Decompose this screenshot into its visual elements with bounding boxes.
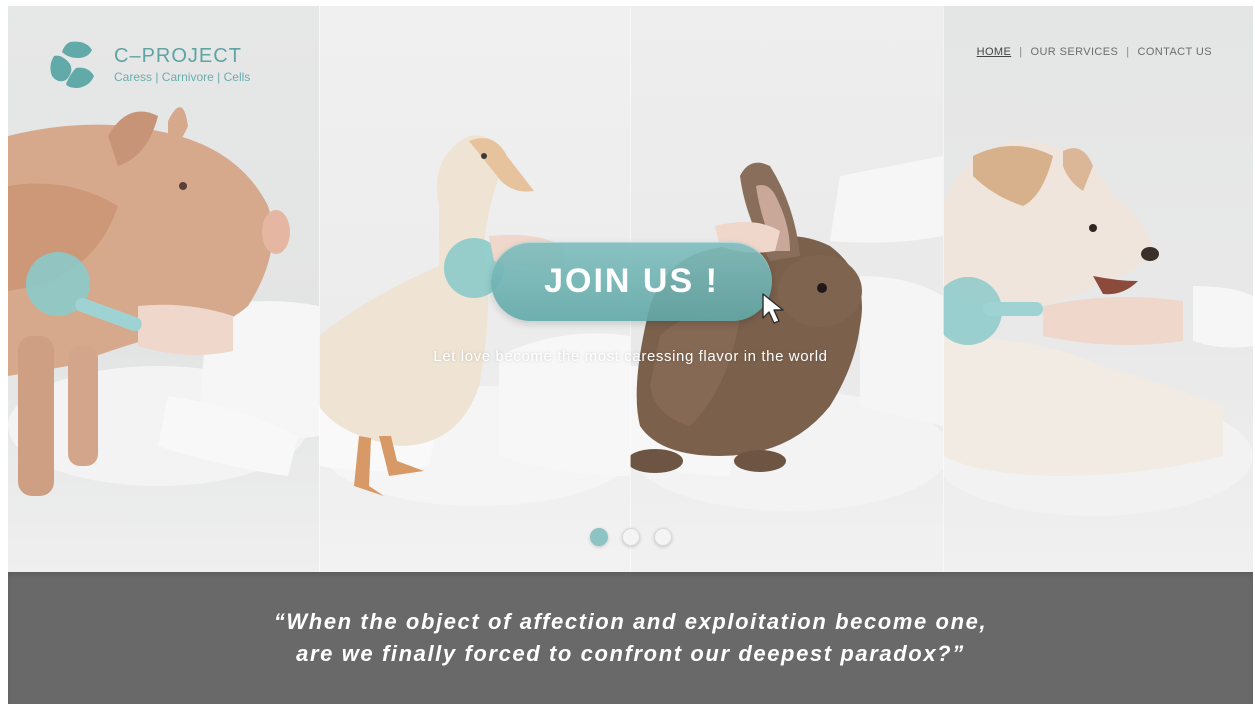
quote-line-1: “When the object of affection and exploi…: [273, 609, 988, 634]
nav-separator: |: [1126, 46, 1130, 58]
hero-tagline: Let love become the most caressing flavo…: [433, 348, 828, 365]
nav-item-our-services[interactable]: OUR SERVICES: [1031, 46, 1119, 58]
main-nav: HOME | OUR SERVICES | CONTACT US: [977, 46, 1212, 58]
brand-tagline: Caress | Carnivore | Cells: [114, 70, 251, 84]
carousel-dot-3[interactable]: [654, 528, 672, 546]
carousel-dot-2[interactable]: [622, 528, 640, 546]
nav-item-home[interactable]: HOME: [977, 46, 1012, 58]
brand-title: C–PROJECT: [114, 45, 242, 67]
hero-image-pig: [8, 6, 319, 572]
carousel-dots: [590, 528, 686, 546]
panel-divider: [319, 6, 320, 572]
join-us-button[interactable]: JOIN US !: [491, 242, 772, 321]
nav-item-contact-us[interactable]: CONTACT US: [1138, 46, 1213, 58]
hero-banner: C–PROJECT Caress | Carnivore | Cells HOM…: [8, 6, 1253, 572]
hero-image-dog: [943, 6, 1253, 572]
carousel-dot-1[interactable]: [590, 528, 608, 546]
panel-divider: [943, 6, 944, 572]
brand-logo[interactable]: C–PROJECT Caress | Carnivore | Cells: [48, 40, 250, 90]
quote-section: “When the object of affection and exploi…: [8, 572, 1253, 704]
c-project-logo-icon: [50, 41, 94, 88]
nav-separator: |: [1019, 46, 1023, 58]
pointer-arrow-icon: [762, 293, 784, 324]
page: C–PROJECT Caress | Carnivore | Cells HOM…: [8, 6, 1253, 704]
quote-line-2: are we finally forced to confront our de…: [296, 641, 965, 666]
